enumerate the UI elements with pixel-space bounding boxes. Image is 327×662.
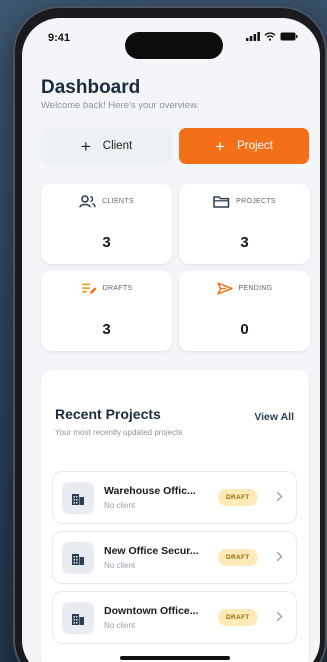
page-title: Dashboard: [41, 77, 141, 98]
project-row[interactable]: New Office Secur... No client DRAFT: [52, 531, 297, 584]
stat-card-projects[interactable]: PROJECTS 3: [179, 184, 310, 264]
add-project-label: Project: [237, 140, 273, 152]
recent-projects-title: Recent Projects: [55, 406, 161, 422]
users-icon: [79, 195, 96, 208]
dynamic-island: [125, 32, 223, 59]
view-all-link[interactable]: View All: [254, 411, 294, 423]
project-name: Downtown Office...: [104, 605, 199, 617]
page-subtitle: Welcome back! Here's your overview.: [41, 100, 199, 111]
app-screen: 9:41 Dashboard Welcome back! Here's your…: [22, 18, 320, 662]
add-client-button[interactable]: + Client: [41, 128, 172, 164]
stat-label: PENDING: [238, 285, 273, 292]
stat-value: 3: [240, 234, 249, 251]
building-icon: [62, 542, 94, 574]
project-client: No client: [104, 621, 136, 630]
project-client: No client: [104, 561, 136, 570]
recent-projects-subtitle: Your most recently updated projects: [55, 428, 183, 437]
stat-value: 3: [102, 234, 111, 251]
stat-value: 3: [102, 321, 111, 338]
wifi-icon: [264, 32, 276, 41]
drafts-icon: [81, 283, 97, 294]
status-badge: DRAFT: [218, 549, 258, 566]
plus-icon: +: [80, 136, 91, 156]
send-icon: [216, 282, 233, 295]
chevron-right-icon: [276, 611, 283, 622]
stat-card-clients[interactable]: CLIENTS 3: [41, 184, 172, 264]
add-project-button[interactable]: + Project: [179, 128, 309, 164]
chevron-right-icon: [276, 551, 283, 562]
stat-card-drafts[interactable]: DRAFTS 3: [41, 271, 172, 351]
status-time: 9:41: [48, 32, 71, 44]
stat-card-pending[interactable]: PENDING 0: [179, 271, 310, 351]
status-icons: [246, 32, 298, 41]
folder-icon: [213, 196, 230, 208]
plus-icon: +: [215, 136, 226, 156]
add-client-label: Client: [102, 140, 133, 152]
project-client: No client: [104, 501, 136, 510]
stat-value: 0: [240, 321, 249, 338]
building-icon: [62, 602, 94, 634]
status-badge: DRAFT: [218, 489, 258, 506]
home-indicator: [120, 656, 230, 660]
project-row[interactable]: Downtown Office... No client DRAFT: [52, 591, 297, 644]
project-row[interactable]: Warehouse Offic... No client DRAFT: [52, 471, 297, 524]
status-bar: 9:41: [22, 18, 320, 62]
building-icon: [62, 482, 94, 514]
signal-icon: [246, 32, 260, 41]
status-badge: DRAFT: [218, 609, 258, 626]
recent-projects-card: Recent Projects Your most recently updat…: [41, 370, 309, 662]
chevron-right-icon: [276, 491, 283, 502]
project-name: Warehouse Offic...: [104, 485, 196, 497]
project-name: New Office Secur...: [104, 545, 199, 557]
battery-icon: [280, 32, 298, 41]
stat-label: DRAFTS: [102, 285, 133, 292]
stat-label: PROJECTS: [236, 198, 276, 205]
stat-label: CLIENTS: [102, 198, 134, 205]
